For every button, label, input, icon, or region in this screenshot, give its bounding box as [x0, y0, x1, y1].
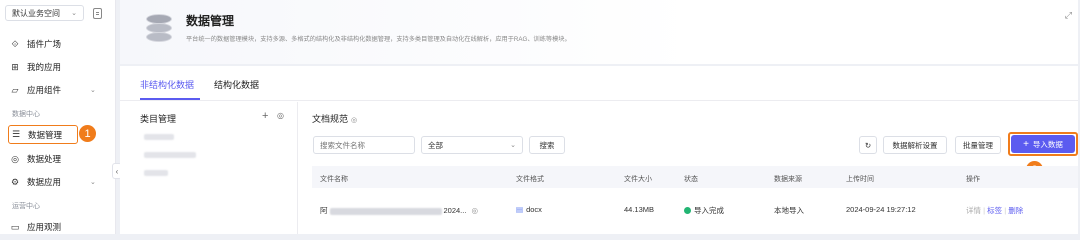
status-filter-select[interactable]: 全部 ⌄	[421, 136, 523, 154]
category-item[interactable]	[144, 170, 168, 176]
table-row[interactable]: 阿 2024... ◎ ▤ docx 44.13MB 导入完成 本地导入 2024-…	[312, 200, 1078, 222]
app-icon: ⊞	[11, 61, 19, 72]
file-icon: ▤	[516, 205, 524, 214]
sidebar-item-label: 应用观测	[27, 222, 62, 232]
category-title: 类目管理	[140, 114, 177, 124]
tab-structured-data[interactable]: 结构化数据	[214, 78, 259, 91]
sidebar-item-app-components[interactable]: ▱ 应用组件 ⌄	[10, 82, 96, 98]
document-icon[interactable]	[93, 8, 102, 19]
sidebar-item-label: 数据处理	[27, 154, 62, 164]
sidebar-item-data-management[interactable]: ☰ 数据管理	[8, 125, 78, 144]
delete-link[interactable]: 删除	[1008, 206, 1023, 215]
refresh-button[interactable]: ↻	[859, 136, 877, 154]
page-subtitle: 平台统一的数据管理模块，支持多源、多格式的结构化及非结构化数据管理，支持多类目管…	[186, 36, 571, 43]
status-cell: 导入完成	[684, 205, 724, 216]
add-category-icon[interactable]: +	[262, 110, 268, 122]
tag-link[interactable]: 标签	[987, 206, 1002, 215]
chevron-down-icon: ⌄	[71, 10, 77, 17]
upload-time-cell: 2024-09-24 19:27:12	[846, 205, 916, 214]
file-format: docx	[526, 205, 542, 214]
page-title: 数据管理	[186, 14, 235, 28]
page-header: 数据管理 平台统一的数据管理模块，支持多源、多格式的结构化及非结构化数据管理，支…	[120, 0, 1078, 64]
tab-divider	[120, 100, 1078, 101]
file-format-cell: ▤ docx	[516, 205, 542, 214]
actions-cell: 详情 | 标签 | 删除	[966, 205, 1023, 216]
database-logo-icon	[146, 10, 172, 44]
file-size-cell: 44.13MB	[624, 205, 655, 214]
chevron-down-icon: ⌄	[90, 87, 96, 94]
col-source: 数据来源	[774, 176, 802, 183]
search-input[interactable]	[313, 136, 415, 154]
file-name-prefix: 阿	[320, 206, 328, 215]
settings-icon[interactable]: ◎	[277, 111, 284, 120]
sidebar-item-label: 我的应用	[27, 62, 62, 72]
detail-link[interactable]: 详情	[966, 206, 981, 215]
sidebar-item-app-observation[interactable]: ▭ 应用观测	[10, 219, 61, 235]
table-header: 文件名称 文件格式 文件大小 状态 数据来源 上传时间 操作	[312, 166, 1078, 188]
group-ops-center: 运营中心	[12, 203, 40, 210]
col-status: 状态	[684, 176, 698, 183]
doc-title-text: 文档规范	[312, 114, 349, 124]
tab-unstructured-data[interactable]: 非结构化数据	[140, 78, 194, 91]
info-icon[interactable]: ◎	[351, 117, 357, 124]
chevron-left-icon: ‹	[115, 166, 119, 176]
import-label: 导入数据	[1032, 139, 1063, 149]
group-data-center: 数据中心	[12, 111, 40, 118]
col-file-name: 文件名称	[320, 176, 348, 183]
category-panel: 类目管理 + ◎	[130, 102, 298, 234]
category-item[interactable]	[144, 152, 196, 158]
info-icon[interactable]: ◎	[472, 206, 479, 215]
processing-icon: ◎	[11, 153, 19, 164]
sidebar: 默认业务空间 ⌄ ⟐ 插件广场 ⊞ 我的应用 ▱ 应用组件 ⌄ 数据中心 ☰ 数…	[0, 0, 116, 234]
workspace-select[interactable]: 默认业务空间 ⌄	[5, 5, 84, 21]
file-name-cell[interactable]: 阿 2024... ◎	[320, 205, 478, 216]
sidebar-item-label: 数据应用	[27, 177, 62, 187]
workspace-label: 默认业务空间	[12, 8, 60, 18]
file-name-suffix: 2024...	[443, 206, 467, 215]
sidebar-item-data-processing[interactable]: ◎ 数据处理	[10, 151, 61, 167]
search-button[interactable]: 搜索	[529, 136, 565, 154]
doc-section-title: 文档规范 ◎	[312, 112, 357, 125]
gear-icon: ⚙	[10, 176, 20, 187]
parse-settings-button[interactable]: 数据解析设置	[883, 136, 947, 154]
sidebar-item-data-application[interactable]: ⚙ 数据应用 ⌄	[10, 174, 96, 190]
sidebar-item-label: 插件广场	[27, 39, 62, 49]
step-badge-1: 1	[78, 124, 97, 143]
refresh-icon: ↻	[864, 140, 872, 150]
chevron-down-icon: ⌄	[510, 142, 516, 149]
monitor-icon: ▭	[10, 221, 20, 232]
main-panel: 非结构化数据 结构化数据 类目管理 + ◎ 文档规范◎ 全部 ⌄ 搜索 ↻ 数据…	[120, 66, 1078, 234]
chevron-down-icon: ⌄	[90, 179, 96, 186]
batch-manage-button[interactable]: 批量管理	[955, 136, 1001, 154]
col-file-size: 文件大小	[624, 176, 652, 183]
sidebar-item-my-apps[interactable]: ⊞ 我的应用	[10, 59, 61, 75]
redacted-text	[329, 207, 442, 215]
database-icon: ☰	[11, 129, 21, 139]
col-upload-time: 上传时间	[846, 176, 874, 183]
status-text: 导入完成	[694, 206, 724, 215]
expand-icon[interactable]: ⤢	[1065, 10, 1072, 21]
sidebar-item-plugin-square[interactable]: ⟐ 插件广场	[10, 36, 61, 52]
sidebar-item-label: 数据管理	[28, 129, 63, 140]
import-data-button[interactable]: + 导入数据	[1011, 135, 1075, 153]
sidebar-item-label: 应用组件	[27, 85, 62, 95]
plus-icon: +	[1023, 138, 1029, 150]
filter-value: 全部	[428, 140, 443, 150]
component-icon: ▱	[11, 84, 19, 95]
col-actions: 操作	[966, 176, 980, 183]
category-item[interactable]	[144, 134, 174, 140]
source-cell: 本地导入	[774, 206, 804, 215]
check-circle-icon	[684, 207, 691, 214]
col-file-format: 文件格式	[516, 176, 544, 183]
puzzle-icon: ⟐	[11, 38, 19, 49]
